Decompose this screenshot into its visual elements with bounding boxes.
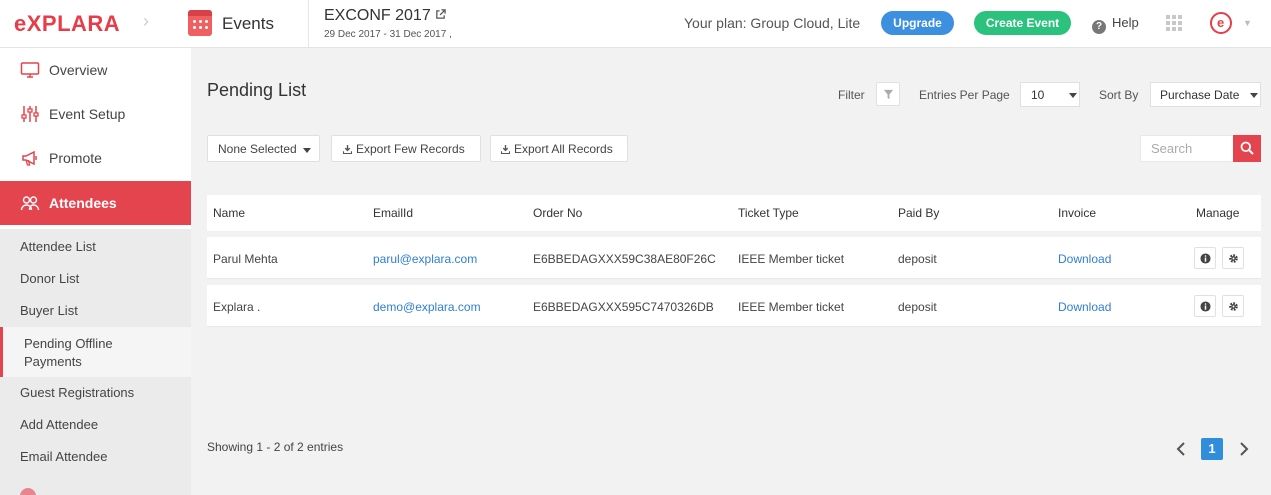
header-divider bbox=[308, 0, 309, 48]
sidebar-item-label: Promote bbox=[49, 150, 102, 166]
plan-text: Your plan: Group Cloud, Lite bbox=[684, 15, 861, 31]
search-button[interactable] bbox=[1233, 135, 1261, 162]
column-header-order-no[interactable]: Order No bbox=[533, 206, 582, 220]
export-all-label: Export All Records bbox=[514, 142, 613, 156]
chevron-right-icon: › bbox=[143, 11, 149, 31]
sort-by-label: Sort By bbox=[1099, 88, 1139, 102]
cell-order-no: E6BBEDAGXXX59C38AE80F26C bbox=[533, 252, 716, 266]
submenu-item-email-attendee[interactable]: Email Attendee bbox=[0, 449, 191, 464]
info-icon bbox=[1200, 253, 1211, 264]
chevron-down-icon bbox=[1250, 93, 1258, 98]
chevron-down-icon[interactable]: ▼ bbox=[1243, 18, 1252, 28]
column-header-manage: Manage bbox=[1196, 206, 1240, 220]
help-label: Help bbox=[1112, 15, 1139, 30]
settings-button[interactable] bbox=[1222, 295, 1244, 317]
megaphone-icon bbox=[22, 150, 37, 166]
sidebar-item-promote[interactable]: Promote bbox=[0, 136, 191, 180]
column-header-ticket-type[interactable]: Ticket Type bbox=[738, 206, 799, 220]
sidebar-item-label: Event Setup bbox=[49, 106, 126, 122]
funnel-icon bbox=[883, 89, 894, 100]
export-all-records-button[interactable]: Export All Records bbox=[490, 135, 628, 162]
chevron-down-icon bbox=[1069, 93, 1077, 98]
selection-dropdown-button[interactable]: None Selected bbox=[207, 135, 320, 162]
table-header: Name EmailId Order No Ticket Type Paid B… bbox=[207, 195, 1261, 231]
invoice-download-link[interactable]: Download bbox=[1058, 252, 1111, 266]
attendees-submenu: Attendee List Donor List Buyer List Pend… bbox=[0, 229, 191, 495]
question-icon: ? bbox=[1092, 20, 1106, 34]
sidebar: Overview Event Setup Promote Attendees A… bbox=[0, 48, 191, 495]
table-row: Parul Mehta parul@explara.com E6BBEDAGXX… bbox=[207, 237, 1261, 279]
cell-email-link[interactable]: parul@explara.com bbox=[373, 252, 477, 266]
sliders-icon bbox=[21, 106, 39, 122]
user-avatar[interactable] bbox=[1210, 12, 1232, 34]
pagination-prev-icon[interactable] bbox=[1174, 440, 1188, 458]
settings-button[interactable] bbox=[1222, 247, 1244, 269]
export-few-label: Export Few Records bbox=[356, 142, 465, 156]
cell-name: Parul Mehta bbox=[213, 252, 278, 266]
cell-ticket-type: IEEE Member ticket bbox=[738, 300, 845, 314]
filter-button[interactable] bbox=[876, 82, 900, 106]
cell-email-link[interactable]: demo@explara.com bbox=[373, 300, 481, 314]
sidebar-item-attendees[interactable]: Attendees bbox=[0, 181, 191, 225]
gear-icon bbox=[1229, 254, 1238, 263]
create-event-button[interactable]: Create Event bbox=[974, 11, 1071, 35]
submenu-item-add-attendee[interactable]: Add Attendee bbox=[0, 417, 191, 432]
filter-label: Filter bbox=[838, 88, 865, 102]
event-name[interactable]: EXCONF 2017 bbox=[324, 7, 446, 25]
info-button[interactable] bbox=[1194, 247, 1216, 269]
submenu-item-buyer-list[interactable]: Buyer List bbox=[0, 303, 191, 318]
monitor-icon bbox=[20, 62, 40, 78]
page-title: Pending List bbox=[207, 80, 307, 100]
selection-label: None Selected bbox=[218, 142, 297, 156]
entries-per-page-label: Entries Per Page bbox=[919, 88, 1010, 102]
column-header-invoice[interactable]: Invoice bbox=[1058, 206, 1096, 220]
explara-logo[interactable]: eXPLARA bbox=[14, 11, 120, 37]
calendar-icon bbox=[188, 10, 212, 36]
external-link-icon[interactable] bbox=[435, 7, 446, 19]
sort-by-select[interactable]: Purchase Date bbox=[1150, 82, 1261, 107]
search-icon bbox=[1240, 141, 1254, 155]
entries-per-page-value: 10 bbox=[1031, 88, 1045, 102]
sort-by-value: Purchase Date bbox=[1160, 88, 1240, 102]
users-icon bbox=[20, 196, 40, 211]
submenu-item-attendee-list[interactable]: Attendee List bbox=[0, 239, 191, 254]
info-button[interactable] bbox=[1194, 295, 1216, 317]
submenu-item-guest-registrations[interactable]: Guest Registrations bbox=[0, 385, 191, 400]
submenu-item-donor-list[interactable]: Donor List bbox=[0, 271, 191, 286]
top-bar: eXPLARA › Events EXCONF 2017 29 Dec 2017… bbox=[0, 0, 1271, 48]
cell-paid-by: deposit bbox=[898, 252, 937, 266]
sidebar-item-label: Overview bbox=[49, 62, 108, 78]
export-few-records-button[interactable]: Export Few Records bbox=[331, 135, 481, 162]
cell-order-no: E6BBEDAGXXX595C7470326DB bbox=[533, 300, 714, 314]
apps-grid-icon[interactable] bbox=[1166, 15, 1182, 31]
download-icon bbox=[501, 145, 510, 154]
download-icon bbox=[343, 145, 352, 154]
showing-entries-text: Showing 1 - 2 of 2 entries bbox=[207, 440, 344, 454]
sidebar-item-event-setup[interactable]: Event Setup bbox=[0, 92, 191, 136]
cell-name: Explara . bbox=[213, 300, 261, 314]
sidebar-item-overview[interactable]: Overview bbox=[0, 48, 191, 92]
cell-ticket-type: IEEE Member ticket bbox=[738, 252, 845, 266]
column-header-name[interactable]: Name bbox=[213, 206, 245, 220]
event-name-text: EXCONF 2017 bbox=[324, 7, 431, 24]
pagination-next-icon[interactable] bbox=[1237, 440, 1251, 458]
info-icon bbox=[1200, 301, 1211, 312]
pagination-page-1[interactable]: 1 bbox=[1201, 438, 1223, 460]
event-dates: 29 Dec 2017 - 31 Dec 2017 , bbox=[324, 29, 452, 40]
entries-per-page-select[interactable]: 10 bbox=[1020, 82, 1080, 107]
app-title[interactable]: Events bbox=[222, 14, 274, 34]
column-header-paid-by[interactable]: Paid By bbox=[898, 206, 939, 220]
table-row: Explara . demo@explara.com E6BBEDAGXXX59… bbox=[207, 285, 1261, 327]
search-input[interactable] bbox=[1140, 135, 1233, 162]
chevron-down-icon bbox=[303, 148, 311, 153]
sidebar-item-label: Attendees bbox=[49, 195, 117, 211]
column-header-email[interactable]: EmailId bbox=[373, 206, 413, 220]
submenu-item-pending-offline-payments[interactable]: Pending Offline Payments bbox=[0, 327, 191, 377]
cell-paid-by: deposit bbox=[898, 300, 937, 314]
invoice-download-link[interactable]: Download bbox=[1058, 300, 1111, 314]
help-link[interactable]: ? Help bbox=[1092, 15, 1139, 34]
upgrade-button[interactable]: Upgrade bbox=[881, 11, 954, 35]
gear-icon bbox=[1229, 302, 1238, 311]
